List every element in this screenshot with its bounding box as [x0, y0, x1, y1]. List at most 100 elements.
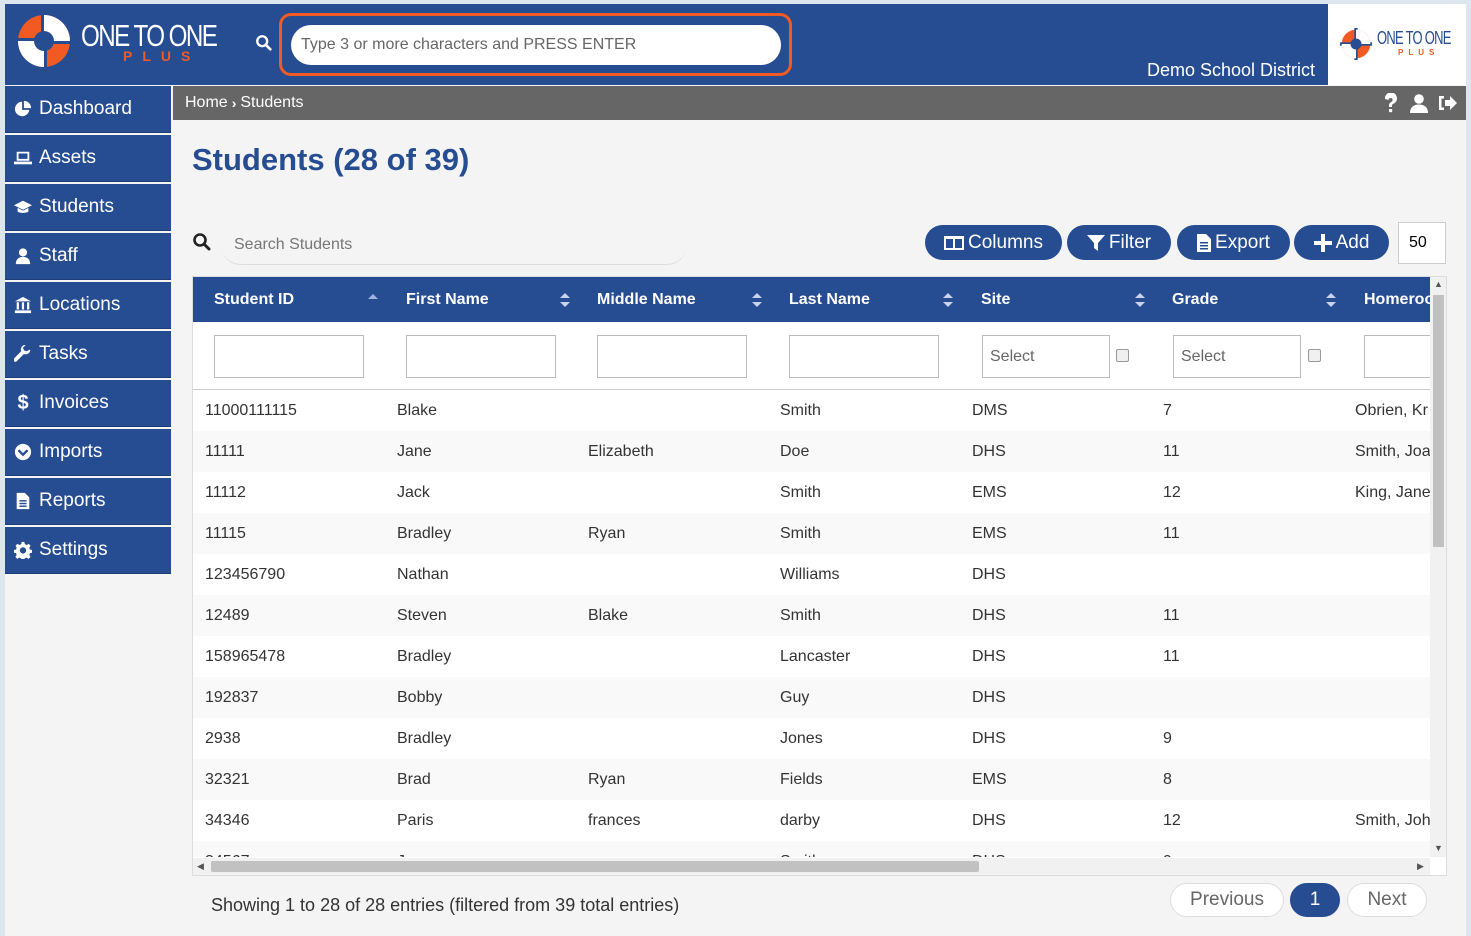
- column-header-middle-name[interactable]: Middle Name: [597, 277, 696, 322]
- grade-filter-checkbox[interactable]: [1308, 349, 1321, 362]
- table-header-row: Student ID First Name Middle Name Last N…: [193, 277, 1430, 322]
- logout-icon[interactable]: [1436, 92, 1458, 114]
- homeroom-filter-input[interactable]: [1364, 335, 1434, 378]
- middle-name-filter-input[interactable]: [597, 335, 747, 378]
- vertical-scroll-thumb[interactable]: [1433, 295, 1444, 547]
- table-row[interactable]: 2938 Bradley Jones DHS 9: [193, 718, 1430, 759]
- entries-info: Showing 1 to 28 of 28 entries (filtered …: [211, 895, 680, 915]
- scroll-left-icon[interactable]: ◀: [197, 861, 204, 872]
- dollar-icon: $: [17, 391, 29, 414]
- sort-both-icon: [752, 293, 762, 307]
- site-filter-checkbox[interactable]: [1116, 349, 1129, 362]
- page-size-select[interactable]: 50: [1398, 222, 1446, 264]
- client-logo: ONE TO ONE PLUS: [1328, 4, 1466, 85]
- column-header-homeroom[interactable]: Homeroom: [1364, 277, 1430, 322]
- student-search-input[interactable]: [221, 225, 687, 265]
- column-header-grade[interactable]: Grade: [1172, 277, 1218, 322]
- table-row[interactable]: 11111 Jane Elizabeth Doe DHS 11 Smith, J…: [193, 431, 1430, 472]
- cell-last-name: Jones: [780, 730, 823, 747]
- filter-button[interactable]: Filter: [1067, 225, 1171, 260]
- first-name-filter-input[interactable]: [406, 335, 556, 378]
- cell-grade: 8: [1163, 771, 1172, 788]
- plus-icon: [1313, 233, 1332, 252]
- column-header-last-name[interactable]: Last Name: [789, 277, 870, 322]
- horizontal-scroll-thumb[interactable]: [211, 861, 979, 872]
- cell-first-name: Paris: [397, 812, 434, 829]
- sidebar-item-reports[interactable]: Reports: [5, 478, 171, 525]
- next-page-button[interactable]: Next: [1347, 883, 1427, 917]
- help-icon[interactable]: [1380, 92, 1402, 114]
- table-row[interactable]: 11000111115 Blake Smith DMS 7 Obrien, Kr: [193, 390, 1430, 431]
- search-icon: [193, 233, 211, 251]
- site-filter-select[interactable]: Select: [982, 335, 1110, 378]
- global-search-input[interactable]: [291, 25, 781, 65]
- cell-site: DMS: [972, 402, 1008, 419]
- sort-both-icon: [560, 293, 570, 307]
- sidebar-item-settings[interactable]: Settings: [5, 527, 171, 574]
- scroll-down-icon[interactable]: ▼: [1434, 843, 1443, 853]
- scroll-up-icon[interactable]: ▲: [1434, 279, 1443, 289]
- export-button[interactable]: Export: [1177, 225, 1290, 260]
- cell-student-id: 11111: [205, 443, 245, 460]
- table-row[interactable]: 12489 Steven Blake Smith DHS 11: [193, 595, 1430, 636]
- column-header-site[interactable]: Site: [981, 277, 1010, 322]
- sidebar-item-assets[interactable]: Assets: [5, 135, 171, 182]
- cell-first-name: Jack: [397, 484, 430, 501]
- cell-first-name: Bobby: [397, 689, 443, 706]
- scroll-right-icon[interactable]: ▶: [1417, 861, 1424, 872]
- export-button-label: Export: [1215, 231, 1270, 253]
- table-row[interactable]: 123456790 Nathan Williams DHS: [193, 554, 1430, 595]
- cell-grade: 11: [1163, 443, 1180, 460]
- sidebar-item-locations[interactable]: Locations: [5, 282, 171, 329]
- filter-icon: [1086, 234, 1105, 251]
- page-title: Students (28 of 39): [192, 142, 470, 177]
- horizontal-scrollbar[interactable]: ◀ ▶: [193, 858, 1430, 875]
- table-row[interactable]: 192837 Bobby Guy DHS: [193, 677, 1430, 718]
- header-actions: [1380, 92, 1458, 114]
- cell-site: DHS: [972, 443, 1006, 460]
- cell-middle-name: Ryan: [588, 525, 626, 542]
- sidebar-item-label: Imports: [39, 441, 103, 462]
- table-row[interactable]: 34567 James Smith DHS 9: [193, 841, 1430, 857]
- vertical-scrollbar[interactable]: ▲ ▼: [1430, 277, 1446, 857]
- cell-first-name: James: [397, 841, 444, 857]
- user-profile-icon[interactable]: [1408, 92, 1430, 114]
- brand-logo[interactable]: ONE TO ONE PLUS: [15, 12, 218, 72]
- sidebar-item-imports[interactable]: Imports: [5, 429, 171, 476]
- grade-filter-select[interactable]: Select: [1173, 335, 1301, 378]
- client-logo-name: ONE TO ONE: [1377, 28, 1451, 48]
- table-row[interactable]: 34346 Paris frances darby DHS 12 Smith, …: [193, 800, 1430, 841]
- add-button[interactable]: Add: [1294, 225, 1389, 260]
- add-button-label: Add: [1335, 231, 1370, 253]
- cell-homeroom: King, Jane: [1355, 484, 1430, 501]
- column-header-first-name[interactable]: First Name: [406, 277, 489, 322]
- last-name-filter-input[interactable]: [789, 335, 939, 378]
- table-row[interactable]: 158965478 Bradley Lancaster DHS 11: [193, 636, 1430, 677]
- cell-site: DHS: [972, 841, 1006, 857]
- page-1-button[interactable]: 1: [1290, 883, 1340, 917]
- cell-last-name: Smith: [780, 402, 821, 419]
- cell-student-id: 11000111115: [205, 402, 297, 419]
- column-header-student-id[interactable]: Student ID: [214, 277, 294, 322]
- breadcrumb-home[interactable]: Home: [185, 94, 228, 112]
- sidebar-item-staff[interactable]: Staff: [5, 233, 171, 280]
- sidebar-item-students[interactable]: Students: [5, 184, 171, 231]
- cell-student-id: 158965478: [205, 648, 286, 665]
- sidebar-item-invoices[interactable]: $ Invoices: [5, 380, 171, 427]
- student-id-filter-input[interactable]: [214, 335, 364, 378]
- client-logo-mark-icon: [1340, 28, 1372, 60]
- table-row[interactable]: 11112 Jack Smith EMS 12 King, Jane: [193, 472, 1430, 513]
- sort-both-icon: [1326, 293, 1336, 307]
- previous-page-button[interactable]: Previous: [1170, 883, 1284, 917]
- columns-button[interactable]: Columns: [925, 225, 1062, 260]
- breadcrumb: Home › Students: [185, 94, 304, 112]
- wrench-icon: [13, 344, 33, 364]
- cell-student-id: 11115: [205, 525, 246, 542]
- sidebar-item-label: Dashboard: [39, 98, 132, 119]
- table-row[interactable]: 32321 Brad Ryan Fields EMS 8: [193, 759, 1430, 800]
- table-row[interactable]: 11115 Bradley Ryan Smith EMS 11: [193, 513, 1430, 554]
- sidebar-item-tasks[interactable]: Tasks: [5, 331, 171, 378]
- cell-student-id: 34567: [205, 841, 250, 857]
- sidebar-item-dashboard[interactable]: Dashboard: [5, 86, 171, 133]
- district-name: Demo School District: [1147, 60, 1316, 80]
